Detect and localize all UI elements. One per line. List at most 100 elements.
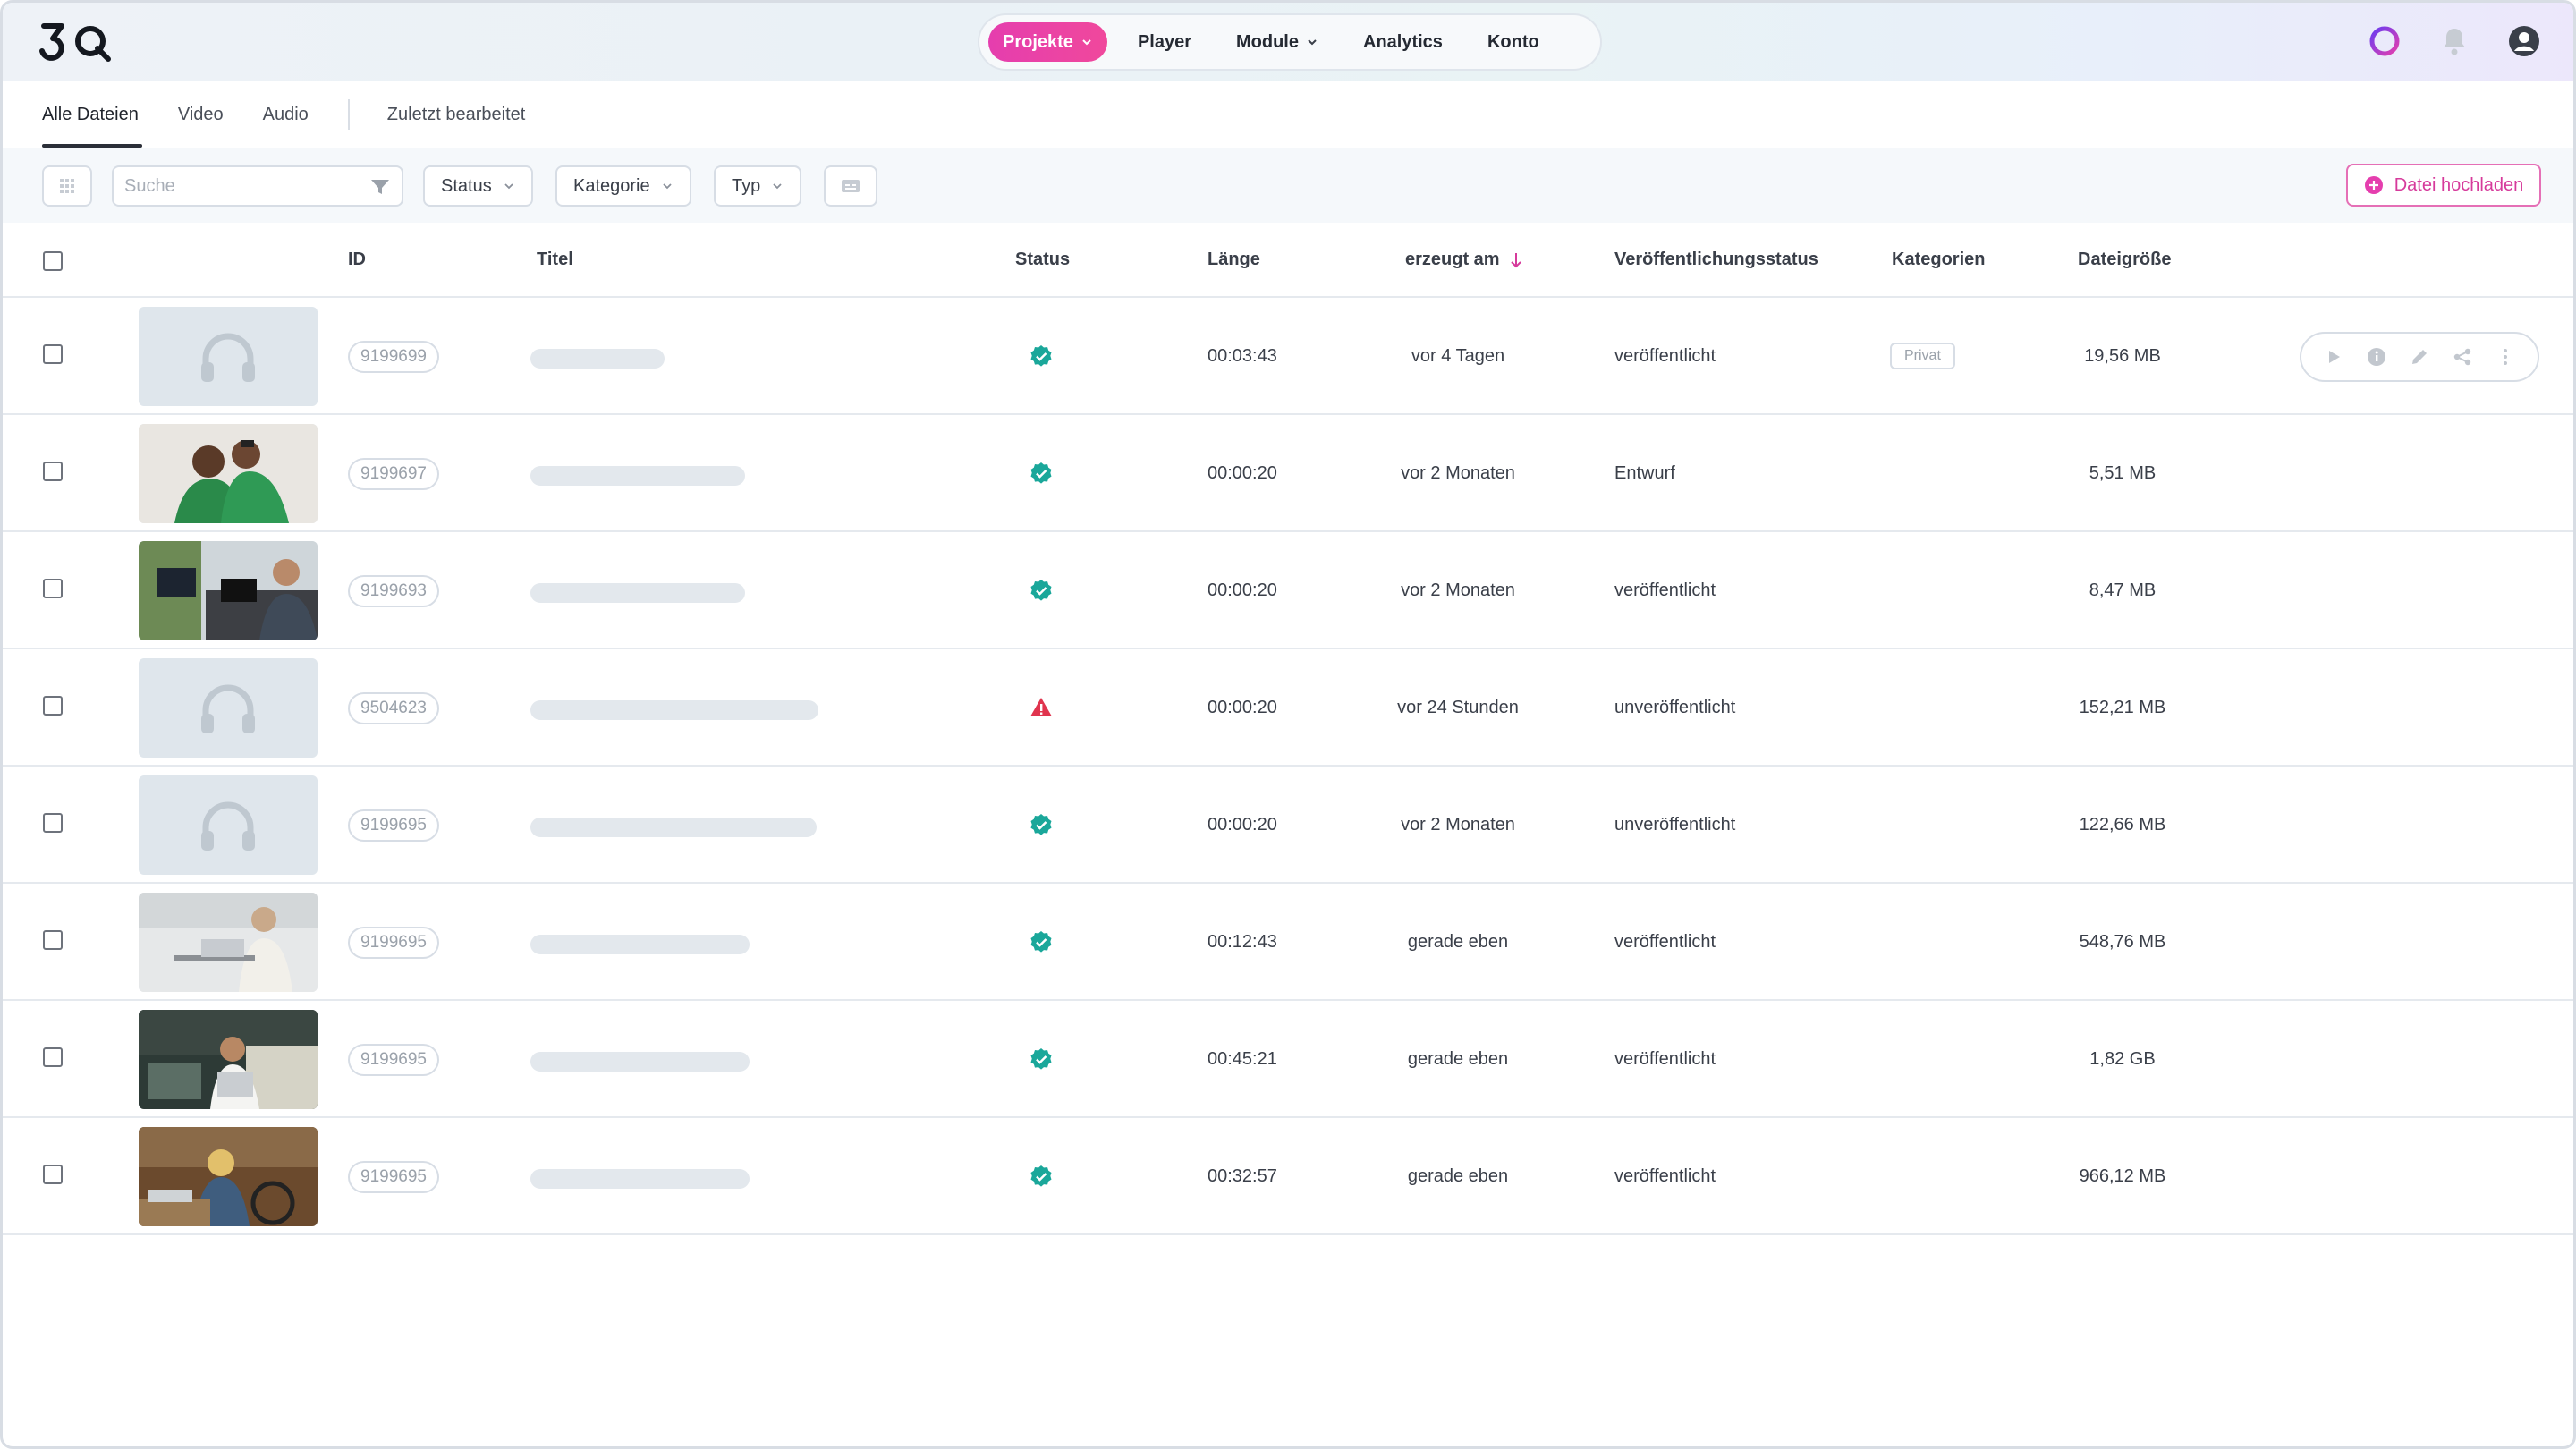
column-header-id[interactable]: ID: [348, 250, 366, 270]
filter-toolbar: Status Kategorie Typ Datei hochladen: [3, 148, 2573, 223]
edit-icon[interactable]: [2408, 345, 2431, 369]
media-thumbnail[interactable]: [139, 893, 318, 992]
filter-funnel-icon[interactable]: [369, 176, 391, 198]
media-thumbnail[interactable]: [139, 1010, 318, 1109]
tab-audio[interactable]: Audio: [263, 81, 309, 148]
nav-item-label: Analytics: [1363, 31, 1443, 52]
grid-icon: [60, 179, 74, 193]
column-header-length[interactable]: Länge: [1208, 250, 1260, 270]
select-all-checkbox[interactable]: [43, 251, 63, 271]
nav-item-module[interactable]: Module: [1222, 22, 1333, 62]
category-badge: Privat: [1890, 343, 1955, 369]
title-placeholder: [530, 466, 745, 486]
more-vertical-icon[interactable]: [2494, 345, 2517, 369]
user-account-icon[interactable]: [2505, 22, 2543, 60]
media-publish-status: unveröffentlicht: [1614, 698, 1736, 717]
column-header-status[interactable]: Status: [1015, 250, 1070, 270]
category-filter-dropdown[interactable]: Kategorie: [555, 165, 691, 207]
media-created: vor 2 Monaten: [1401, 815, 1515, 835]
warning-triangle-icon: [1030, 698, 1052, 716]
chevron-down-icon: [1308, 39, 1317, 46]
category-filter-label: Kategorie: [573, 175, 650, 196]
tab-recently-edited[interactable]: Zuletzt bearbeitet: [387, 81, 526, 148]
media-length: 00:03:43: [1208, 346, 1277, 366]
row-select-checkbox[interactable]: [43, 344, 63, 364]
media-id-badge: 9199695: [348, 809, 439, 842]
title-placeholder: [530, 700, 818, 720]
play-icon[interactable]: [2322, 345, 2345, 369]
media-filesize: 548,76 MB: [2079, 932, 2166, 952]
type-filter-label: Typ: [732, 175, 761, 196]
status-filter-dropdown[interactable]: Status: [423, 165, 533, 207]
type-filter-dropdown[interactable]: Typ: [714, 165, 802, 207]
upload-file-label: Datei hochladen: [2394, 174, 2524, 195]
media-thumbnail[interactable]: [139, 1127, 318, 1226]
row-select-checkbox[interactable]: [43, 1047, 63, 1067]
verified-check-icon: [1030, 814, 1052, 835]
table-row[interactable]: 9199693 00:00:20 vor 2 Monaten veröffent…: [3, 532, 2573, 649]
media-thumbnail[interactable]: [139, 424, 318, 523]
media-filesize: 5,51 MB: [2089, 463, 2157, 483]
column-header-categories[interactable]: Kategorien: [1892, 250, 1985, 270]
table-row[interactable]: 9199695 00:00:20 vor 2 Monaten unveröffe…: [3, 767, 2573, 884]
media-length: 00:00:20: [1208, 815, 1277, 835]
verified-check-icon: [1030, 580, 1052, 601]
chevron-down-icon: [1082, 39, 1091, 46]
tab-all-files[interactable]: Alle Dateien: [42, 81, 142, 148]
row-select-checkbox[interactable]: [43, 462, 63, 481]
row-select-checkbox[interactable]: [43, 579, 63, 598]
nav-item-label: Konto: [1487, 31, 1539, 52]
media-created: vor 2 Monaten: [1401, 580, 1515, 600]
media-length: 00:45:21: [1208, 1049, 1277, 1069]
media-id-badge: 9199699: [348, 341, 439, 373]
nav-item-projekte[interactable]: Projekte: [988, 22, 1107, 62]
nav-item-analytics[interactable]: Analytics: [1349, 22, 1457, 62]
title-placeholder: [530, 1052, 750, 1072]
logo-3q[interactable]: [38, 19, 114, 64]
subtitle-filter-button[interactable]: [824, 165, 877, 207]
row-select-checkbox[interactable]: [43, 1165, 63, 1184]
column-header-title[interactable]: Titel: [537, 250, 573, 270]
nav-item-player[interactable]: Player: [1123, 22, 1206, 62]
table-row[interactable]: 9199697 00:00:20 vor 2 Monaten Entwurf 5…: [3, 415, 2573, 532]
photo-woman-laptop-image: [139, 893, 318, 992]
column-header-publish-status[interactable]: Veröffentlichungsstatus: [1614, 250, 1818, 270]
media-id-badge: 9199693: [348, 575, 439, 607]
table-row[interactable]: 9199699 00:03:43 vor 4 Tagen veröffentli…: [3, 298, 2573, 415]
info-icon[interactable]: [2365, 345, 2388, 369]
bell-icon[interactable]: [2436, 22, 2473, 60]
share-icon[interactable]: [2451, 345, 2474, 369]
media-thumbnail[interactable]: [139, 658, 318, 758]
headphones-icon: [201, 333, 255, 382]
search-input[interactable]: [112, 165, 403, 207]
title-placeholder: [530, 818, 817, 837]
media-created: gerade eben: [1407, 932, 1509, 952]
row-select-checkbox[interactable]: [43, 813, 63, 833]
table-row[interactable]: 9504623 00:00:20 vor 24 Stunden unveröff…: [3, 649, 2573, 767]
row-select-checkbox[interactable]: [43, 930, 63, 950]
media-thumbnail[interactable]: [139, 307, 318, 406]
media-length: 00:32:57: [1208, 1166, 1277, 1186]
media-created: vor 24 Stunden: [1397, 698, 1519, 717]
media-thumbnail[interactable]: [139, 541, 318, 640]
upload-file-button[interactable]: Datei hochladen: [2346, 164, 2541, 207]
media-thumbnail[interactable]: [139, 775, 318, 875]
nav-item-label: Player: [1137, 31, 1191, 52]
nav-item-konto[interactable]: Konto: [1473, 22, 1554, 62]
media-id-badge: 9199695: [348, 1161, 439, 1193]
table-row[interactable]: 9199695 00:45:21 gerade eben veröffentli…: [3, 1001, 2573, 1118]
photo-people-green-image: [139, 424, 318, 523]
chevron-down-icon: [773, 183, 782, 190]
tab-divider: [347, 99, 350, 130]
row-select-checkbox[interactable]: [43, 696, 63, 716]
tab-video[interactable]: Video: [178, 81, 224, 148]
column-header-filesize[interactable]: Dateigröße: [2078, 250, 2171, 270]
nav-item-label: Module: [1236, 31, 1299, 52]
ring-icon[interactable]: [2366, 22, 2403, 60]
column-header-created[interactable]: erzeugt am: [1405, 250, 1523, 270]
grid-view-button[interactable]: [42, 165, 92, 207]
table-row[interactable]: 9199695 00:32:57 gerade eben veröffentli…: [3, 1118, 2573, 1235]
verified-check-icon: [1030, 1165, 1052, 1187]
column-header-created-label: erzeugt am: [1405, 250, 1500, 269]
table-row[interactable]: 9199695 00:12:43 gerade eben veröffentli…: [3, 884, 2573, 1001]
